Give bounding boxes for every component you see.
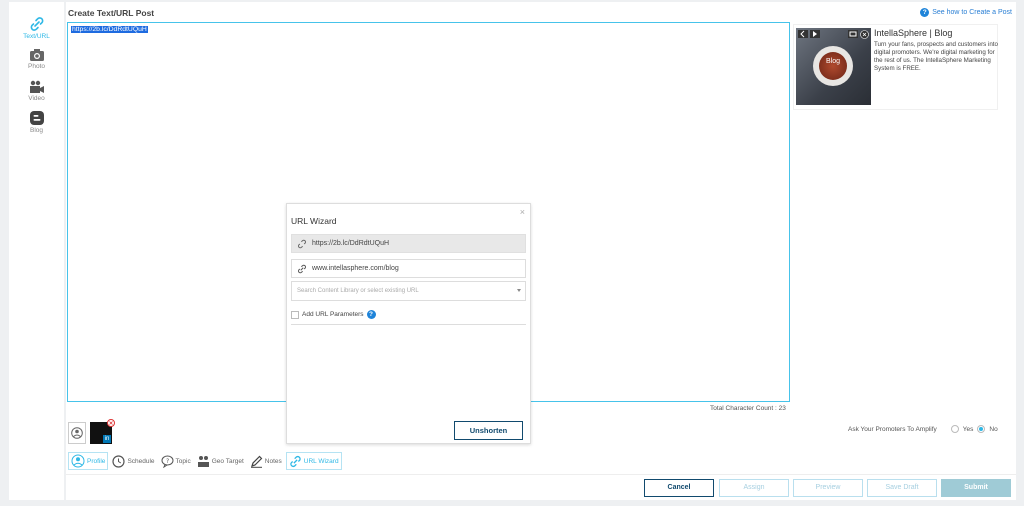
cancel-button[interactable]: Cancel — [644, 479, 714, 497]
amplify-yes-label: Yes — [962, 425, 974, 433]
action-bar: Cancel Assign Preview Save Draft Submit — [66, 474, 1016, 498]
amplify-question: Ask Your Promoters To Amplify Yes No — [848, 425, 998, 433]
tab-label: Schedule — [127, 457, 155, 465]
image-icon[interactable] — [848, 30, 858, 38]
amplify-yes-radio[interactable] — [950, 425, 959, 433]
chevron-down-icon — [517, 289, 521, 292]
preview-title: IntellaSphere | Blog — [874, 28, 953, 38]
blogger-icon — [29, 111, 44, 125]
profile-icon — [71, 454, 85, 468]
preview-thumbnail: Blog — [796, 28, 871, 105]
main-panel: Create Text/URL Post ? See how to Create… — [66, 2, 1016, 500]
link-icon — [298, 264, 306, 273]
profile-icon — [71, 427, 83, 439]
left-nav: Text/URL Photo Video Blog — [9, 2, 64, 500]
post-options-tabs: Profile Schedule ? Topic Geo Target Note… — [68, 452, 342, 470]
link-preview-card[interactable]: Blog IntellaSphere | Blog Turn your fans… — [793, 24, 998, 110]
play-icon[interactable] — [810, 30, 820, 38]
camera-icon — [29, 49, 44, 61]
selected-url-text: https://2b.lc/DdRdtUQuH — [71, 26, 148, 33]
character-count: Total Character Count : 23 — [710, 405, 786, 412]
topic-icon: ? — [161, 455, 174, 468]
video-icon — [29, 80, 44, 93]
close-preview-icon[interactable] — [860, 30, 869, 39]
amplify-no-label: No — [989, 425, 998, 433]
tab-label: Profile — [87, 457, 106, 465]
tab-geo-target[interactable]: Geo Target — [195, 452, 246, 470]
long-url-value: www.intellasphere.com/blog — [312, 265, 399, 272]
submit-button[interactable]: Submit — [941, 479, 1011, 497]
clock-icon — [112, 454, 126, 468]
close-icon[interactable]: × — [520, 207, 525, 217]
help-icon: ? — [920, 8, 930, 17]
nav-item-photo[interactable]: Photo — [9, 48, 64, 70]
add-url-parameters[interactable]: Add URL Parameters ? — [291, 310, 376, 319]
remove-profile-icon[interactable] — [107, 419, 115, 427]
link-icon — [30, 17, 43, 31]
content-library-select[interactable]: Search Content Library or select existin… — [291, 281, 526, 301]
add-params-label: Add URL Parameters — [302, 311, 364, 318]
tab-url-wizard[interactable]: URL Wizard — [285, 452, 342, 470]
preview-image-label: Blog — [825, 58, 840, 65]
link-icon — [290, 455, 301, 467]
selected-profiles: in — [68, 419, 115, 444]
tab-label: Topic — [175, 457, 191, 465]
add-profile-button[interactable] — [68, 422, 86, 444]
assign-button[interactable]: Assign — [719, 479, 789, 497]
tab-label: URL Wizard — [303, 457, 339, 465]
unshorten-button[interactable]: Unshorten — [454, 421, 523, 440]
add-params-checkbox[interactable] — [291, 310, 299, 319]
linkedin-badge: in — [103, 435, 111, 443]
amplify-no-radio[interactable] — [977, 425, 986, 433]
short-url-field: https://2b.lc/DdRdtUQuH — [291, 234, 526, 253]
prev-arrow-icon[interactable] — [798, 30, 808, 38]
coffee-cup-image: Blog — [813, 46, 853, 86]
nav-label: Video — [28, 95, 45, 102]
preview-button[interactable]: Preview — [793, 479, 863, 497]
help-link[interactable]: ? See how to Create a Post — [920, 8, 1012, 17]
nav-item-text-url[interactable]: Text/URL — [9, 16, 64, 40]
save-draft-button[interactable]: Save Draft — [867, 479, 937, 497]
nav-label: Photo — [28, 63, 45, 70]
tab-label: Geo Target — [211, 457, 244, 465]
long-url-field[interactable]: www.intellasphere.com/blog — [291, 259, 526, 278]
nav-item-blog[interactable]: Blog — [9, 110, 64, 134]
tab-topic[interactable]: ? Topic — [159, 452, 193, 470]
svg-text:?: ? — [166, 458, 169, 465]
linkedin-profile-avatar[interactable]: in — [90, 419, 115, 444]
page-title: Create Text/URL Post — [68, 8, 155, 18]
pencil-icon — [250, 455, 263, 468]
tab-notes[interactable]: Notes — [248, 452, 284, 470]
nav-item-video[interactable]: Video — [9, 80, 64, 102]
broken-link-icon — [298, 239, 306, 248]
tab-label: Notes — [264, 457, 282, 465]
dialog-title: URL Wizard — [291, 216, 337, 226]
nav-label: Blog — [29, 127, 43, 134]
geo-target-icon — [197, 455, 209, 467]
tab-profile[interactable]: Profile — [68, 452, 109, 470]
help-link-label: See how to Create a Post — [932, 9, 1012, 16]
short-url-value: https://2b.lc/DdRdtUQuH — [312, 240, 390, 247]
divider — [291, 324, 526, 325]
preview-description: Turn your fans, prospects and customers … — [874, 41, 998, 72]
select-placeholder: Search Content Library or select existin… — [297, 288, 419, 294]
tab-schedule[interactable]: Schedule — [110, 452, 156, 470]
nav-label: Text/URL — [23, 33, 50, 40]
amplify-label: Ask Your Promoters To Amplify — [848, 425, 937, 433]
help-icon[interactable]: ? — [366, 310, 376, 319]
url-wizard-dialog: × URL Wizard https://2b.lc/DdRdtUQuH www… — [286, 203, 531, 444]
